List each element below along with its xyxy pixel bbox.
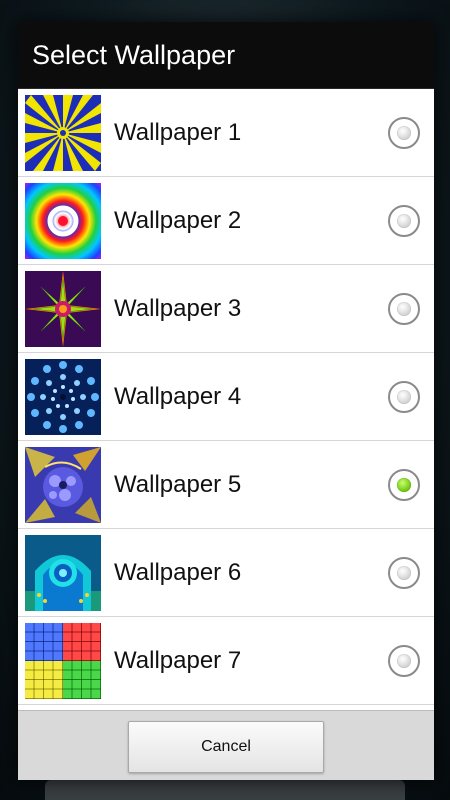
wallpaper-option-2[interactable]: Wallpaper 2 (18, 177, 434, 265)
wallpaper-radio-5[interactable] (388, 468, 420, 501)
rainbow-rings-thumbnail (25, 182, 101, 259)
wallpaper-radio-6[interactable] (388, 556, 420, 589)
cancel-button[interactable]: Cancel (128, 720, 324, 773)
wallpaper-label: Wallpaper 6 (114, 558, 242, 586)
wallpaper-radio-1[interactable] (388, 116, 420, 149)
select-wallpaper-dialog: Select Wallpaper Wallpaper 1 Wallpaper 2… (18, 22, 434, 780)
yellow-blue-spiral-thumbnail (25, 94, 101, 171)
wallpaper-option-3[interactable]: Wallpaper 3 (18, 265, 434, 353)
wallpaper-option-5[interactable]: Wallpaper 5 (18, 441, 434, 529)
radio-dot-icon (397, 301, 411, 316)
wallpaper-radio-2[interactable] (388, 204, 420, 237)
radio-dot-icon (397, 565, 411, 580)
radio-dot-icon (397, 653, 411, 668)
green-purple-star-thumbnail (25, 270, 101, 347)
radio-dot-icon (397, 389, 411, 404)
teal-fractal-thumbnail (25, 534, 101, 611)
blue-bubble-tunnel-thumbnail (25, 358, 101, 435)
wallpaper-radio-4[interactable] (388, 380, 420, 413)
radio-dot-icon (397, 125, 411, 140)
wallpaper-label: Wallpaper 4 (114, 382, 242, 410)
wallpaper-label: Wallpaper 2 (114, 206, 242, 234)
dialog-title: Select Wallpaper (32, 39, 236, 70)
wallpaper-radio-7[interactable] (388, 644, 420, 677)
wallpaper-list: Wallpaper 1 Wallpaper 2 Wallpaper 3 Wall… (18, 89, 434, 710)
wallpaper-option-1[interactable]: Wallpaper 1 (18, 89, 434, 177)
wallpaper-label: Wallpaper 1 (114, 118, 242, 146)
wallpaper-option-4[interactable]: Wallpaper 4 (18, 353, 434, 441)
wallpaper-label: Wallpaper 7 (114, 646, 242, 674)
wallpaper-option-6[interactable]: Wallpaper 6 (18, 529, 434, 617)
fractal-thumbnail (25, 446, 101, 523)
background-button (45, 780, 405, 800)
wallpaper-label: Wallpaper 5 (114, 470, 242, 498)
radio-dot-icon (397, 213, 411, 228)
radio-dot-icon (397, 477, 411, 492)
wallpaper-radio-3[interactable] (388, 292, 420, 325)
wallpaper-label: Wallpaper 3 (114, 294, 242, 322)
color-grid-thumbnail (25, 622, 101, 699)
dialog-footer: Cancel (18, 710, 434, 780)
wallpaper-option-7[interactable]: Wallpaper 7 (18, 617, 434, 705)
dialog-header: Select Wallpaper (18, 22, 434, 89)
